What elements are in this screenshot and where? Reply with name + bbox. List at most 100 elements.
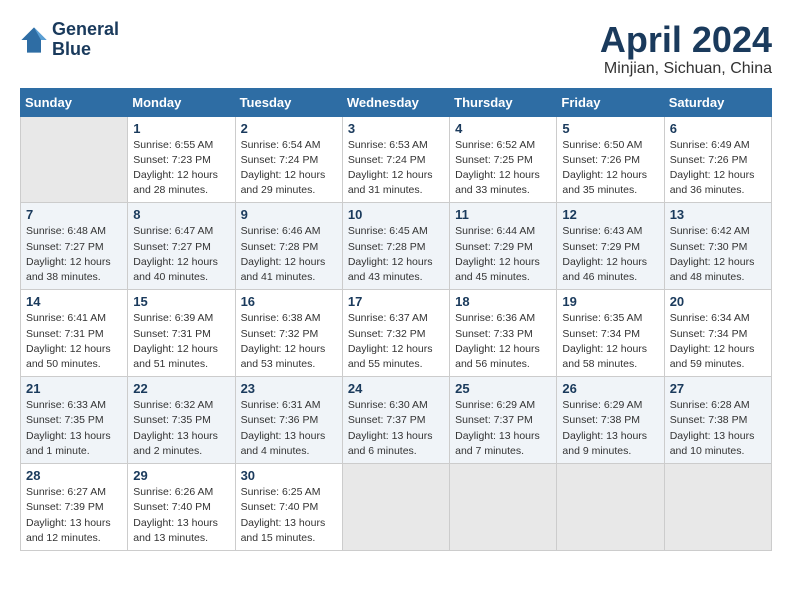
day-info: Sunrise: 6:29 AM Sunset: 7:37 PM Dayligh… [455,398,551,459]
day-number: 7 [26,207,122,222]
day-info: Sunrise: 6:35 AM Sunset: 7:34 PM Dayligh… [562,311,658,372]
calendar-table: SundayMondayTuesdayWednesdayThursdayFrid… [20,88,772,551]
day-number: 30 [241,468,337,483]
day-info: Sunrise: 6:37 AM Sunset: 7:32 PM Dayligh… [348,311,444,372]
day-info: Sunrise: 6:44 AM Sunset: 7:29 PM Dayligh… [455,224,551,285]
calendar-cell: 11 Sunrise: 6:44 AM Sunset: 7:29 PM Dayli… [450,203,557,290]
day-info: Sunrise: 6:28 AM Sunset: 7:38 PM Dayligh… [670,398,766,459]
calendar-cell: 14 Sunrise: 6:41 AM Sunset: 7:31 PM Dayli… [21,290,128,377]
day-info: Sunrise: 6:32 AM Sunset: 7:35 PM Dayligh… [133,398,229,459]
weekday-header-row: SundayMondayTuesdayWednesdayThursdayFrid… [21,88,772,116]
calendar-cell: 30 Sunrise: 6:25 AM Sunset: 7:40 PM Dayli… [235,464,342,551]
day-info: Sunrise: 6:45 AM Sunset: 7:28 PM Dayligh… [348,224,444,285]
day-number: 18 [455,294,551,309]
day-info: Sunrise: 6:25 AM Sunset: 7:40 PM Dayligh… [241,485,337,546]
calendar-cell: 23 Sunrise: 6:31 AM Sunset: 7:36 PM Dayli… [235,377,342,464]
day-number: 29 [133,468,229,483]
calendar-cell: 21Sunrise: 6:33 AM Sunset: 7:35 PM Dayli… [21,377,128,464]
day-number: 2 [241,121,337,136]
day-info: Sunrise: 6:31 AM Sunset: 7:36 PM Dayligh… [241,398,337,459]
day-number: 9 [241,207,337,222]
location-subtitle: Minjian, Sichuan, China [600,60,772,78]
calendar-week-row: 14 Sunrise: 6:41 AM Sunset: 7:31 PM Dayli… [21,290,772,377]
day-number: 26 [562,381,658,396]
calendar-cell: 27 Sunrise: 6:28 AM Sunset: 7:38 PM Dayli… [664,377,771,464]
calendar-cell: 15 Sunrise: 6:39 AM Sunset: 7:31 PM Dayli… [128,290,235,377]
calendar-cell: 26 Sunrise: 6:29 AM Sunset: 7:38 PM Dayli… [557,377,664,464]
calendar-cell: 19Sunrise: 6:35 AM Sunset: 7:34 PM Dayli… [557,290,664,377]
day-info: Sunrise: 6:54 AM Sunset: 7:24 PM Dayligh… [241,138,337,199]
calendar-cell: 9 Sunrise: 6:46 AM Sunset: 7:28 PM Daylig… [235,203,342,290]
calendar-cell [21,116,128,203]
day-number: 6 [670,121,766,136]
calendar-cell: 7Sunrise: 6:48 AM Sunset: 7:27 PM Daylig… [21,203,128,290]
calendar-cell: 29 Sunrise: 6:26 AM Sunset: 7:40 PM Dayli… [128,464,235,551]
day-info: Sunrise: 6:43 AM Sunset: 7:29 PM Dayligh… [562,224,658,285]
day-number: 15 [133,294,229,309]
calendar-cell [342,464,449,551]
calendar-cell: 1Sunrise: 6:55 AM Sunset: 7:23 PM Daylig… [128,116,235,203]
day-number: 5 [562,121,658,136]
calendar-cell: 4 Sunrise: 6:52 AM Sunset: 7:25 PM Daylig… [450,116,557,203]
calendar-cell: 20 Sunrise: 6:34 AM Sunset: 7:34 PM Dayli… [664,290,771,377]
calendar-cell: 18 Sunrise: 6:36 AM Sunset: 7:33 PM Dayli… [450,290,557,377]
day-info: Sunrise: 6:50 AM Sunset: 7:26 PM Dayligh… [562,138,658,199]
calendar-week-row: 1Sunrise: 6:55 AM Sunset: 7:23 PM Daylig… [21,116,772,203]
calendar-cell: 10 Sunrise: 6:45 AM Sunset: 7:28 PM Dayli… [342,203,449,290]
weekday-header-wednesday: Wednesday [342,88,449,116]
day-number: 23 [241,381,337,396]
logo-icon [20,26,48,54]
day-info: Sunrise: 6:52 AM Sunset: 7:25 PM Dayligh… [455,138,551,199]
day-info: Sunrise: 6:38 AM Sunset: 7:32 PM Dayligh… [241,311,337,372]
calendar-cell: 13Sunrise: 6:42 AM Sunset: 7:30 PM Dayli… [664,203,771,290]
day-number: 11 [455,207,551,222]
day-number: 1 [133,121,229,136]
day-info: Sunrise: 6:39 AM Sunset: 7:31 PM Dayligh… [133,311,229,372]
calendar-cell: 24 Sunrise: 6:30 AM Sunset: 7:37 PM Dayli… [342,377,449,464]
day-info: Sunrise: 6:36 AM Sunset: 7:33 PM Dayligh… [455,311,551,372]
weekday-header-thursday: Thursday [450,88,557,116]
calendar-cell: 25 Sunrise: 6:29 AM Sunset: 7:37 PM Dayli… [450,377,557,464]
day-number: 21 [26,381,122,396]
day-number: 27 [670,381,766,396]
day-info: Sunrise: 6:34 AM Sunset: 7:34 PM Dayligh… [670,311,766,372]
day-info: Sunrise: 6:42 AM Sunset: 7:30 PM Dayligh… [670,224,766,285]
weekday-header-saturday: Saturday [664,88,771,116]
calendar-cell: 5 Sunrise: 6:50 AM Sunset: 7:26 PM Daylig… [557,116,664,203]
calendar-week-row: 21Sunrise: 6:33 AM Sunset: 7:35 PM Dayli… [21,377,772,464]
day-info: Sunrise: 6:49 AM Sunset: 7:26 PM Dayligh… [670,138,766,199]
logo-text: General Blue [52,20,119,60]
page-header: General Blue April 2024 Minjian, Sichuan… [20,20,772,78]
logo: General Blue [20,20,119,60]
day-info: Sunrise: 6:30 AM Sunset: 7:37 PM Dayligh… [348,398,444,459]
day-number: 16 [241,294,337,309]
calendar-cell: 17Sunrise: 6:37 AM Sunset: 7:32 PM Dayli… [342,290,449,377]
day-info: Sunrise: 6:53 AM Sunset: 7:24 PM Dayligh… [348,138,444,199]
calendar-cell: 28 Sunrise: 6:27 AM Sunset: 7:39 PM Dayli… [21,464,128,551]
day-number: 3 [348,121,444,136]
day-number: 12 [562,207,658,222]
day-number: 8 [133,207,229,222]
day-info: Sunrise: 6:26 AM Sunset: 7:40 PM Dayligh… [133,485,229,546]
day-info: Sunrise: 6:47 AM Sunset: 7:27 PM Dayligh… [133,224,229,285]
day-number: 10 [348,207,444,222]
calendar-cell [557,464,664,551]
logo-line2: Blue [52,40,119,60]
day-info: Sunrise: 6:29 AM Sunset: 7:38 PM Dayligh… [562,398,658,459]
calendar-cell: 22 Sunrise: 6:32 AM Sunset: 7:35 PM Dayli… [128,377,235,464]
calendar-cell: 2 Sunrise: 6:54 AM Sunset: 7:24 PM Daylig… [235,116,342,203]
day-number: 24 [348,381,444,396]
weekday-header-monday: Monday [128,88,235,116]
day-info: Sunrise: 6:41 AM Sunset: 7:31 PM Dayligh… [26,311,122,372]
calendar-cell [450,464,557,551]
day-number: 20 [670,294,766,309]
day-number: 4 [455,121,551,136]
calendar-cell [664,464,771,551]
day-info: Sunrise: 6:27 AM Sunset: 7:39 PM Dayligh… [26,485,122,546]
weekday-header-sunday: Sunday [21,88,128,116]
day-number: 22 [133,381,229,396]
day-number: 25 [455,381,551,396]
day-number: 14 [26,294,122,309]
day-info: Sunrise: 6:46 AM Sunset: 7:28 PM Dayligh… [241,224,337,285]
day-number: 28 [26,468,122,483]
